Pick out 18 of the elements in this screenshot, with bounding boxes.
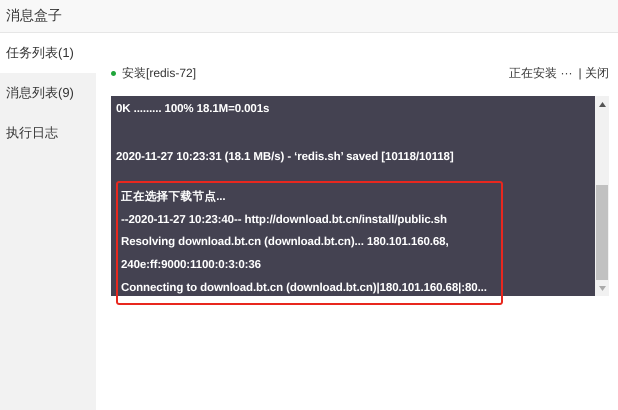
log-line: 正在选择下载节点...	[121, 189, 226, 206]
log-line: 240e:ff:9000:1100:0:3:0:36	[121, 258, 262, 273]
sidebar-item[interactable]: 执行日志	[0, 113, 96, 153]
log-line: Resolving download.bt.cn (download.bt.cn)... 180.101.160.68,	[121, 235, 450, 250]
log-line: 2020-11-27 10:23:31 (18.1 MB/s) - ‘redis.sh’ saved [10118/10118]	[116, 150, 455, 165]
scrollbar-thumb[interactable]	[596, 185, 608, 280]
scroll-up-icon[interactable]	[598, 102, 606, 106]
log-line: 0K ......... 100% 18.1M=0.001s	[116, 102, 270, 117]
log-line: Connecting to download.bt.cn (download.bt.cn)|180.101.160.68|:80...	[121, 280, 488, 296]
log-line: --2020-11-27 10:23:40-- http://download.bt.cn/install/public.sh	[121, 212, 448, 228]
scroll-down-icon[interactable]	[598, 286, 606, 290]
sidebar-item[interactable]: 任务列表(1)	[0, 33, 96, 73]
task-name: 安装[redis-72]	[122, 64, 198, 82]
scrollbar[interactable]	[595, 96, 609, 296]
window-title: 消息盒子	[6, 7, 62, 25]
close-link[interactable]: | 关闭	[578, 64, 609, 82]
progress-text: 正在安装 ···	[509, 64, 573, 82]
sidebar-item[interactable]: 消息列表(9)	[0, 73, 96, 113]
